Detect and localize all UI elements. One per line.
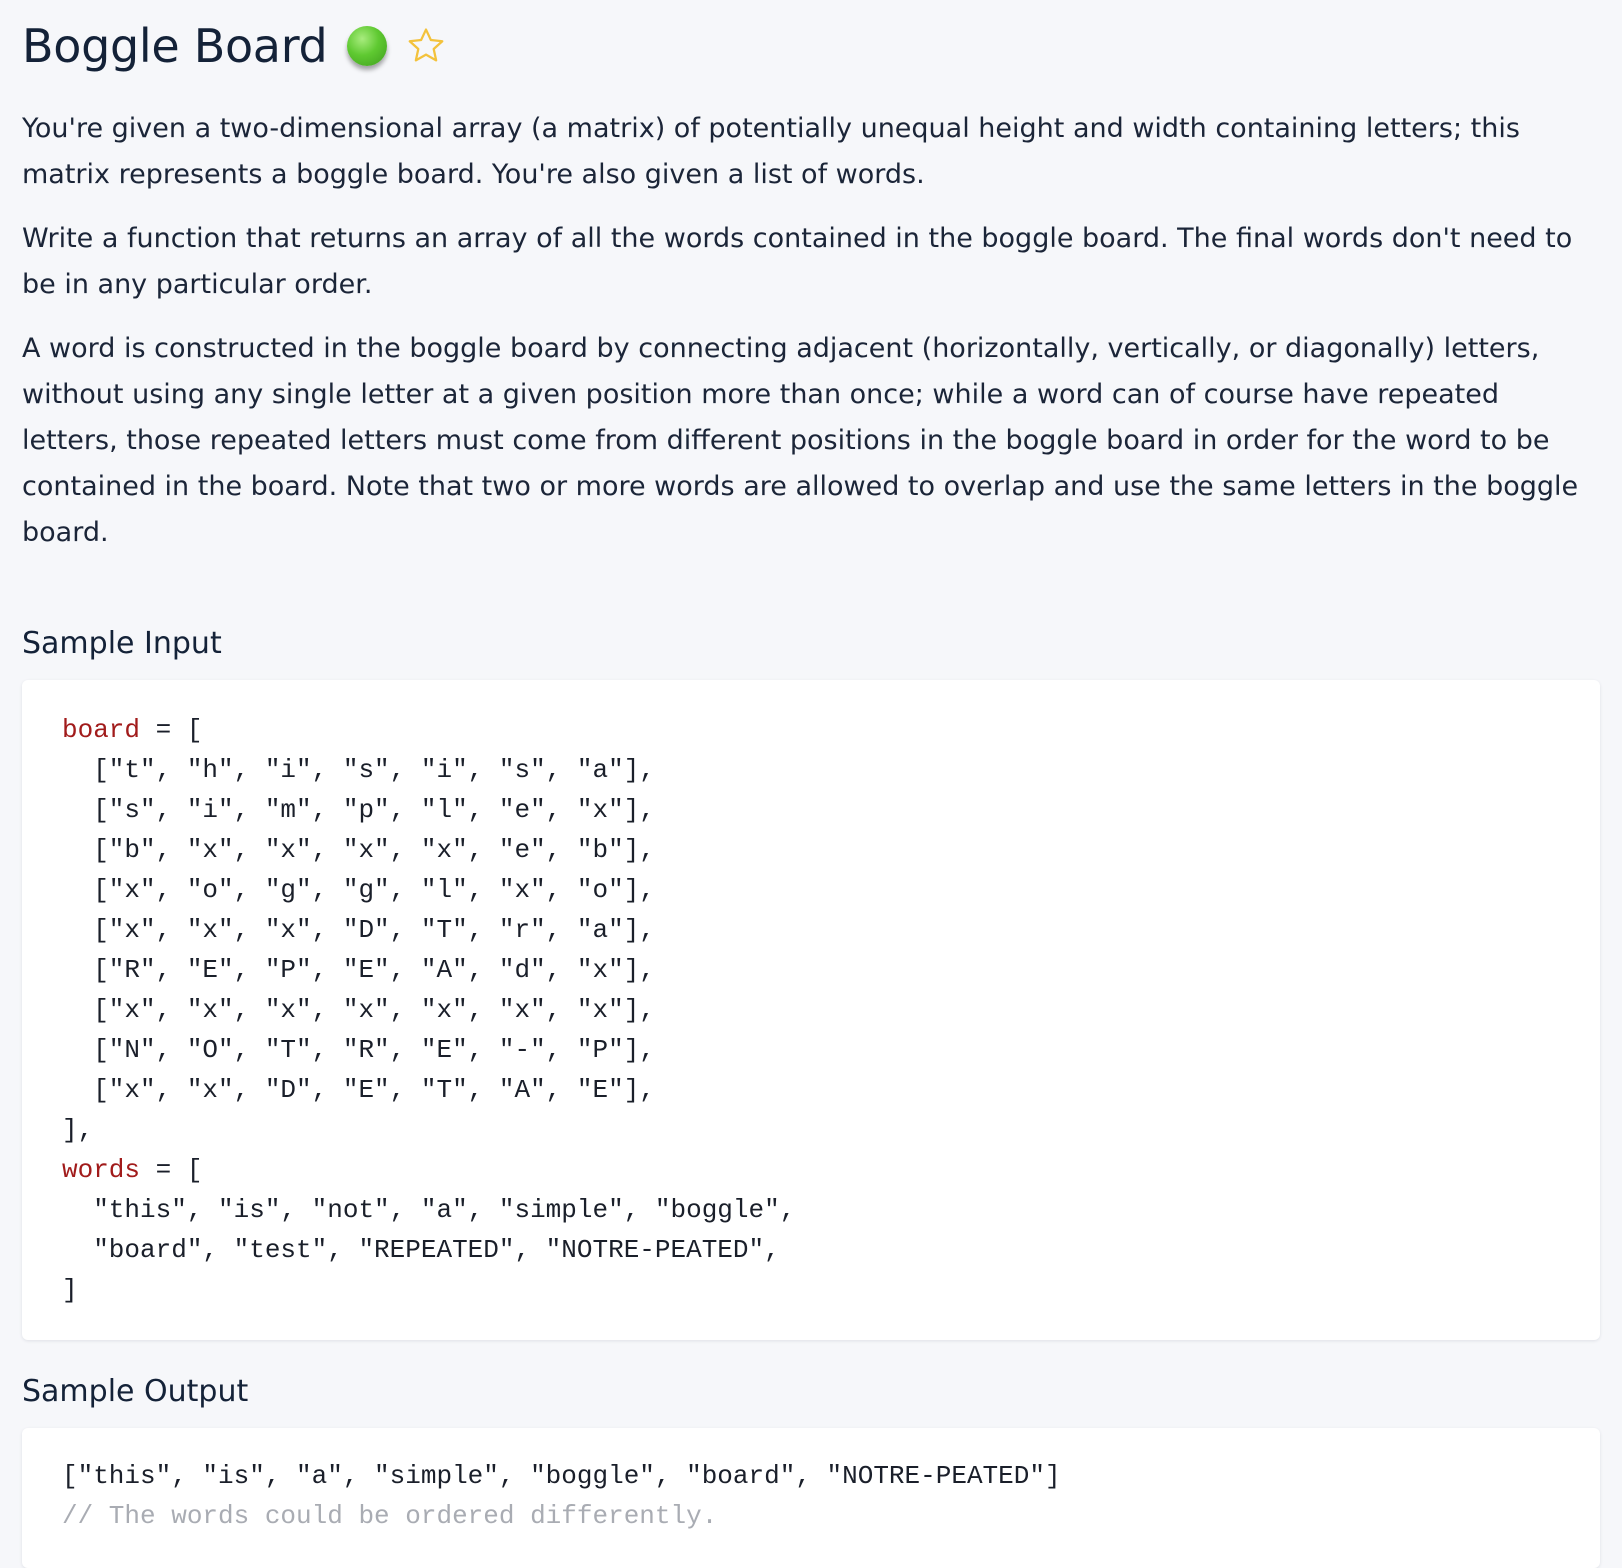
words-open: = [ — [140, 1155, 203, 1185]
problem-description: You're given a two-dimensional array (a … — [22, 106, 1600, 556]
board-close-line: ], — [62, 1115, 94, 1145]
board-row: ["t", "h", "i", "s", "i", "s", "a"], — [62, 755, 655, 785]
output-result-line: ["this", "is", "a", "simple", "boggle", … — [62, 1461, 1061, 1491]
words-row: "board", "test", "REPEATED", "NOTRE-PEAT… — [62, 1235, 780, 1265]
words-declaration-line: words = [ — [62, 1150, 1560, 1190]
title-row: Boggle Board — [22, 0, 1600, 92]
board-variable: board — [62, 715, 141, 745]
sample-output-code-block: ["this", "is", "a", "simple", "boggle", … — [22, 1428, 1600, 1568]
problem-page: Boggle Board You're given a two-dimensio… — [0, 0, 1622, 1568]
page-title: Boggle Board — [22, 19, 328, 73]
description-paragraph: You're given a two-dimensional array (a … — [22, 113, 1520, 190]
words-row: "this", "is", "not", "a", "simple", "bog… — [62, 1195, 796, 1225]
output-comment-line: // The words could be ordered differentl… — [62, 1501, 718, 1531]
board-row: ["x", "o", "g", "g", "l", "x", "o"], — [62, 875, 655, 905]
board-declaration-line: board = [ — [62, 710, 1560, 750]
board-row: ["b", "x", "x", "x", "x", "e", "b"], — [62, 835, 655, 865]
board-row: ["x", "x", "x", "D", "T", "r", "a"], — [62, 915, 655, 945]
board-row: ["s", "i", "m", "p", "l", "e", "x"], — [62, 795, 655, 825]
words-close-line: ] — [62, 1275, 78, 1305]
board-row: ["x", "x", "D", "E", "T", "A", "E"], — [62, 1075, 655, 1105]
sample-input-code-block: board = [ ["t", "h", "i", "s", "i", "s",… — [22, 680, 1600, 1340]
board-row: ["x", "x", "x", "x", "x", "x", "x"], — [62, 995, 655, 1025]
board-row: ["N", "O", "T", "R", "E", "-", "P"], — [62, 1035, 655, 1065]
board-row: ["R", "E", "P", "E", "A", "d", "x"], — [62, 955, 655, 985]
board-open: = [ — [140, 715, 203, 745]
words-variable: words — [62, 1155, 141, 1185]
sample-input-heading: Sample Input — [22, 626, 222, 661]
description-paragraph: Write a function that returns an array o… — [22, 223, 1573, 300]
star-icon[interactable] — [405, 25, 447, 67]
sample-output-heading: Sample Output — [22, 1374, 249, 1409]
status-dot-icon — [347, 26, 388, 66]
description-paragraph: A word is constructed in the boggle boar… — [22, 333, 1579, 548]
